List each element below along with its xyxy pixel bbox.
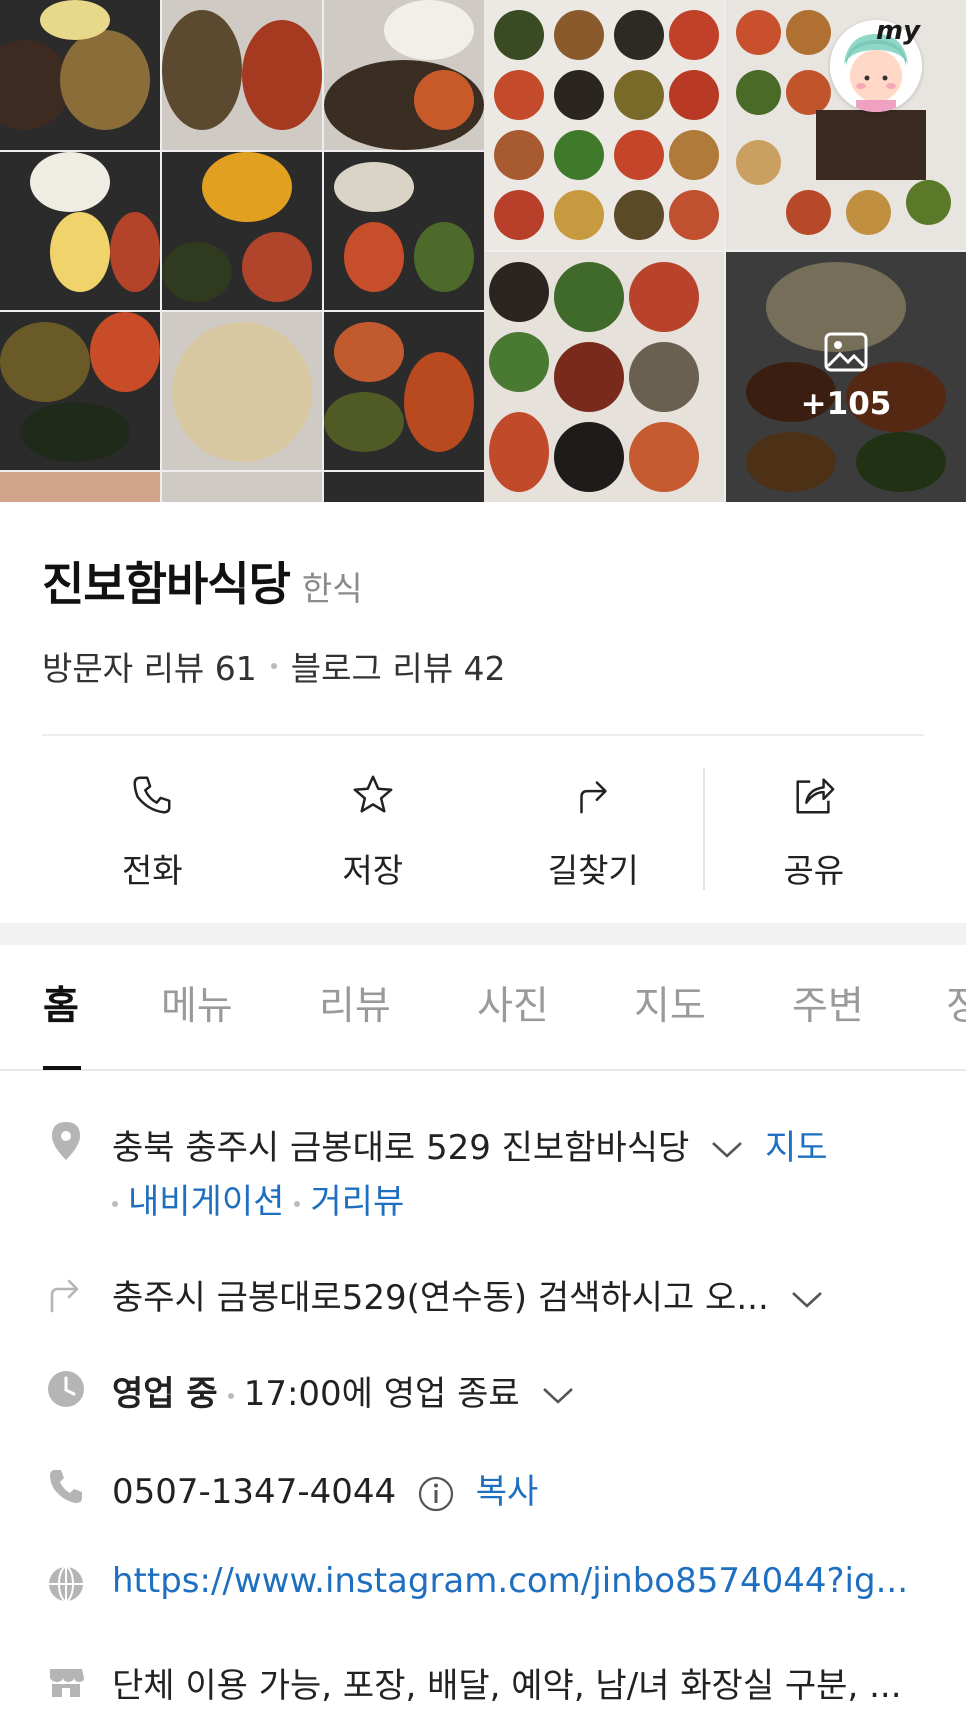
divider — [42, 734, 924, 736]
photo-gallery[interactable]: +105 my — [0, 0, 966, 502]
more-photos-tile[interactable]: +105 — [726, 252, 966, 502]
website-link[interactable]: https://www.instagram.com/jinbo8574044?i… — [112, 1561, 908, 1601]
separator-dot — [112, 1200, 118, 1207]
place-title-row: 진보함바식당 한식 — [42, 548, 363, 614]
address-links-row: 내비게이션 거리뷰 — [112, 1174, 404, 1223]
streetview-link[interactable]: 거리뷰 — [310, 1182, 404, 1222]
food-photo — [162, 0, 322, 150]
star-icon — [353, 775, 393, 813]
share-button[interactable]: 공유 — [704, 770, 925, 892]
store-icon — [50, 1669, 84, 1697]
tab-photos[interactable]: 사진 — [477, 975, 549, 1031]
directions-arrow-icon — [580, 781, 607, 814]
food-photo — [484, 252, 724, 502]
location-pin-icon — [52, 1122, 80, 1160]
food-photo — [0, 0, 160, 150]
navigation-link[interactable]: 내비게이션 — [128, 1182, 284, 1222]
more-photos-overlay[interactable]: +105 — [726, 252, 966, 502]
call-label: 전화 — [121, 851, 183, 890]
amenities-text: 단체 이용 가능, 포장, 배달, 예약, 남/녀 화장실 구분, ... — [112, 1666, 902, 1706]
action-separator — [703, 768, 705, 890]
place-category: 한식 — [301, 569, 363, 608]
directions-label: 길찾기 — [547, 851, 639, 890]
visitor-reviews-link[interactable]: 방문자 리뷰 61 — [42, 642, 257, 690]
share-label: 공유 — [783, 851, 845, 890]
review-summary: 방문자 리뷰 61 블로그 리뷰 42 — [42, 642, 506, 690]
address-text: 충북 충주시 금봉대로 529 진보함바식당 — [112, 1128, 690, 1168]
phone-number[interactable]: 0507-1347-4044 — [112, 1472, 396, 1512]
separator-dot — [227, 1392, 234, 1399]
info-circle-icon[interactable] — [417, 1475, 455, 1513]
food-photo — [162, 152, 322, 310]
chevron-down-icon[interactable] — [541, 1385, 575, 1407]
open-status: 영업 중 — [112, 1374, 218, 1414]
tab-home[interactable]: 홈 — [43, 975, 79, 1031]
food-photo — [324, 312, 484, 470]
tab-reviews[interactable]: 리뷰 — [319, 975, 391, 1031]
food-photo — [324, 472, 484, 502]
map-link[interactable]: 지도 — [765, 1128, 828, 1168]
food-photo — [484, 0, 724, 250]
website-row: https://www.instagram.com/jinbo8574044?i… — [112, 1561, 908, 1601]
amenities-row[interactable]: 단체 이용 가능, 포장, 배달, 예약, 남/녀 화장실 구분, ... — [112, 1658, 902, 1707]
photo-grid-collage[interactable] — [0, 0, 484, 502]
share-icon — [796, 778, 835, 814]
food-photo — [324, 0, 484, 150]
food-photo — [0, 472, 160, 502]
blog-reviews-link[interactable]: 블로그 리뷰 42 — [291, 642, 506, 690]
phone-row: 0507-1347-4044 복사 — [112, 1464, 538, 1513]
tab-info[interactable]: 정 — [946, 975, 966, 1031]
address-row: 충북 충주시 금봉대로 529 진보함바식당 지도 — [112, 1120, 828, 1169]
hours-row[interactable]: 영업 중 17:00에 영업 종료 — [112, 1366, 585, 1415]
avatar-my-badge: my — [876, 16, 921, 46]
food-photo — [324, 152, 484, 310]
tab-nearby[interactable]: 주변 — [792, 975, 864, 1031]
save-button[interactable]: 저장 — [263, 770, 484, 892]
tab-map[interactable]: 지도 — [634, 975, 706, 1031]
copy-phone-button[interactable]: 복사 — [476, 1472, 539, 1512]
save-label: 저장 — [342, 851, 404, 890]
directions-text: 충주시 금봉대로529(연수동) 검색하시고 오... — [112, 1278, 769, 1318]
food-photo — [0, 312, 160, 470]
phone-icon — [133, 776, 171, 814]
food-photo — [0, 152, 160, 310]
action-bar: 전화 저장 길찾기 공유 — [42, 770, 924, 892]
food-photo — [162, 312, 322, 470]
directions-button[interactable]: 길찾기 — [483, 770, 704, 892]
close-time: 17:00에 영업 종료 — [243, 1374, 520, 1414]
directions-arrow-icon — [50, 1279, 79, 1313]
globe-icon — [49, 1566, 83, 1602]
tab-menu[interactable]: 메뉴 — [161, 975, 233, 1031]
active-tab-indicator — [43, 1066, 81, 1070]
place-name: 진보함바식당 — [42, 557, 291, 611]
image-icon — [824, 332, 868, 372]
tab-bar: 홈 메뉴 리뷰 사진 지도 주변 정 — [0, 945, 966, 1071]
chevron-down-icon[interactable] — [790, 1289, 824, 1311]
separator-dot — [270, 663, 277, 669]
food-photo — [162, 472, 322, 502]
call-button[interactable]: 전화 — [42, 770, 263, 892]
more-photos-count: +105 — [800, 386, 892, 422]
phone-icon — [50, 1470, 82, 1503]
chevron-down-icon[interactable] — [710, 1139, 744, 1161]
directions-row[interactable]: 충주시 금봉대로529(연수동) 검색하시고 오... — [112, 1270, 834, 1319]
section-divider-band — [0, 923, 966, 945]
separator-dot — [294, 1200, 301, 1207]
clock-icon — [48, 1371, 84, 1407]
